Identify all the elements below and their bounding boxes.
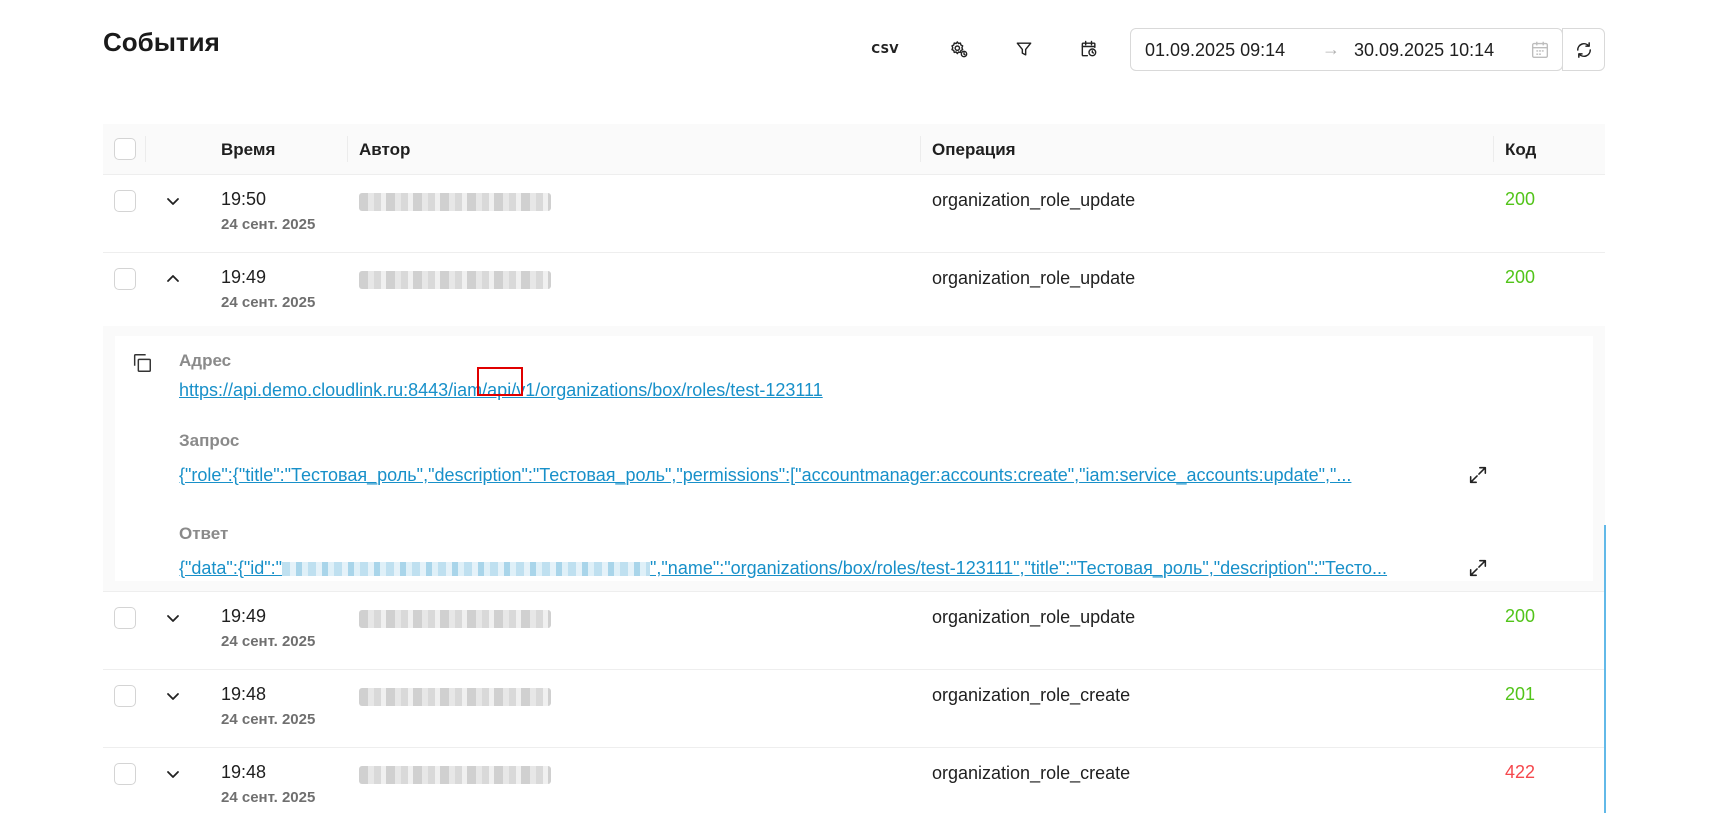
chevron-down-icon[interactable]	[163, 608, 183, 628]
response-prefix: {"data":{"id":"	[179, 558, 283, 578]
row-operation: organization_role_update	[932, 190, 1136, 210]
row-time: 19:49	[221, 606, 267, 626]
author-redacted	[359, 688, 551, 706]
table-row[interactable]: 19:48 24 сент. 2025 organization_role_cr…	[103, 748, 1605, 813]
response-id-redacted	[282, 562, 651, 577]
chevron-down-icon[interactable]	[163, 686, 183, 706]
table-row[interactable]: 19:48 24 сент. 2025 organization_role_cr…	[103, 670, 1605, 748]
settings-button[interactable]	[941, 31, 977, 67]
chevron-down-icon[interactable]	[163, 764, 183, 784]
row-date: 24 сент. 2025	[221, 216, 316, 233]
row-date: 24 сент. 2025	[221, 789, 316, 806]
author-redacted	[359, 193, 551, 211]
event-details-card: Адрес https://api.demo.cloudlink.ru:8443…	[115, 336, 1593, 581]
column-header-operation[interactable]: Операция	[932, 140, 1016, 160]
row-date: 24 сент. 2025	[221, 294, 316, 311]
copy-icon[interactable]	[131, 352, 153, 374]
response-label: Ответ	[179, 524, 229, 543]
column-divider	[1493, 136, 1494, 162]
column-header-author[interactable]: Автор	[359, 140, 410, 160]
csv-export-icon: CSV	[871, 42, 899, 56]
column-divider	[145, 136, 146, 162]
event-details-panel: Адрес https://api.demo.cloudlink.ru:8443…	[103, 326, 1605, 592]
expand-icon[interactable]	[1467, 557, 1489, 579]
table-row-expanded[interactable]: 19:49 24 сент. 2025 organization_role_up…	[103, 253, 1605, 331]
row-checkbox[interactable]	[114, 607, 136, 629]
refresh-icon	[1576, 41, 1591, 58]
page-title: События	[103, 27, 220, 57]
row-status-code: 200	[1505, 189, 1536, 209]
row-operation: organization_role_create	[932, 685, 1131, 705]
table-header: Время Автор Операция Код	[103, 124, 1605, 175]
author-redacted	[359, 271, 551, 289]
row-date: 24 сент. 2025	[221, 711, 316, 728]
range-separator-arrow: →	[1322, 39, 1340, 59]
column-divider	[920, 136, 921, 162]
row-checkbox[interactable]	[114, 190, 136, 212]
row-checkbox[interactable]	[114, 685, 136, 707]
row-operation: organization_role_update	[932, 268, 1136, 288]
csv-export-button[interactable]: CSV	[867, 31, 903, 67]
calendar-clock-icon	[1081, 40, 1097, 57]
row-checkbox[interactable]	[114, 268, 136, 290]
response-body-link[interactable]: {"data":{"id":" ","name":"organizations/b…	[179, 558, 1387, 579]
row-time: 19:49	[221, 267, 267, 287]
request-label: Запрос	[179, 431, 240, 450]
row-checkbox[interactable]	[114, 763, 136, 785]
row-date: 24 сент. 2025	[221, 633, 316, 650]
scrollbar-track[interactable]	[1604, 525, 1606, 813]
request-body-link[interactable]: {"role":{"title":"Тестовая_роль","descri…	[179, 465, 1351, 486]
schedule-button[interactable]	[1071, 31, 1107, 67]
table-row[interactable]: 19:49 24 сент. 2025 organization_role_up…	[103, 592, 1605, 670]
row-operation: organization_role_update	[932, 607, 1136, 627]
column-header-code[interactable]: Код	[1505, 140, 1536, 160]
row-status-code: 200	[1505, 267, 1536, 287]
calendar-icon	[1531, 41, 1549, 59]
settings-gear-icon	[951, 41, 968, 58]
row-time: 19:48	[221, 762, 267, 782]
row-operation: organization_role_create	[932, 763, 1131, 783]
select-all-checkbox[interactable]	[114, 138, 136, 160]
chevron-down-icon[interactable]	[163, 191, 183, 211]
row-status-code: 422	[1505, 762, 1536, 782]
range-start-input[interactable]: 01.09.2025 09:14	[1145, 40, 1285, 61]
row-status-code: 201	[1505, 684, 1536, 704]
chevron-up-icon[interactable]	[163, 269, 183, 289]
response-suffix: ","name":"organizations/box/roles/test-1…	[650, 558, 1388, 578]
highlight-annotation-box	[477, 367, 523, 396]
address-label: Адрес	[179, 351, 232, 370]
expand-icon[interactable]	[1467, 464, 1489, 486]
refresh-button[interactable]	[1562, 28, 1605, 71]
column-header-time[interactable]: Время	[221, 140, 275, 160]
filter-button[interactable]	[1006, 31, 1042, 67]
author-redacted	[359, 610, 551, 628]
range-end-input[interactable]: 30.09.2025 10:14	[1354, 40, 1494, 61]
column-divider	[347, 136, 348, 162]
row-status-code: 200	[1505, 606, 1536, 626]
filter-icon	[1016, 42, 1032, 56]
date-range-picker[interactable]: 01.09.2025 09:14 → 30.09.2025 10:14	[1130, 28, 1563, 71]
author-redacted	[359, 766, 551, 784]
table-row[interactable]: 19:50 24 сент. 2025 organization_role_up…	[103, 175, 1605, 253]
row-time: 19:50	[221, 189, 267, 209]
row-time: 19:48	[221, 684, 267, 704]
